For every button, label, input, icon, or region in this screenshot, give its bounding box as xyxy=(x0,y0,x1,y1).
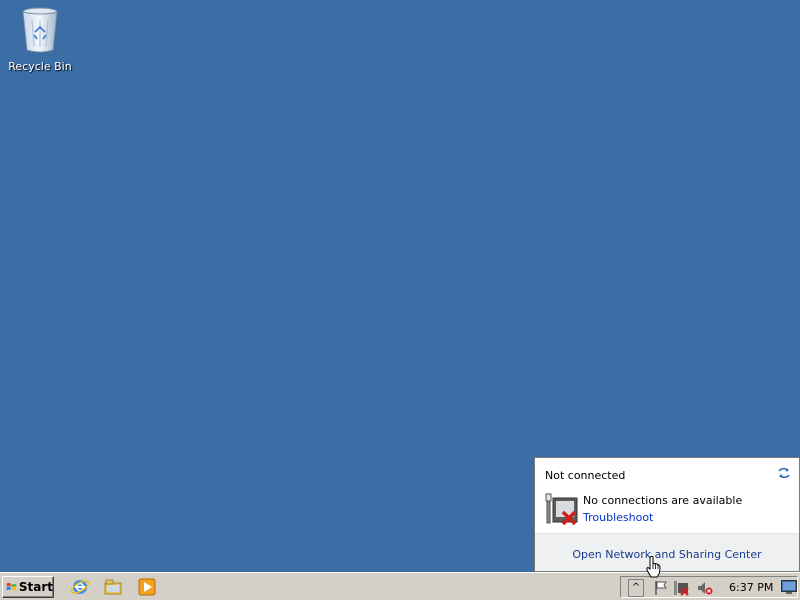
windows-logo-icon xyxy=(6,582,17,591)
internet-explorer-icon[interactable] xyxy=(70,577,90,597)
show-hidden-icons-button[interactable]: ^ xyxy=(628,579,644,597)
desktop-icon-label: Recycle Bin xyxy=(8,60,72,73)
open-network-sharing-center-link[interactable]: Open Network and Sharing Center xyxy=(535,548,799,561)
volume-muted-icon[interactable] xyxy=(697,580,713,596)
network-error-icon xyxy=(545,493,578,526)
refresh-icon[interactable] xyxy=(777,466,791,480)
no-connections-message: No connections are available xyxy=(583,494,743,507)
media-player-icon[interactable] xyxy=(137,577,157,597)
desktop-icon-recycle-bin[interactable]: Recycle Bin xyxy=(6,4,74,76)
hand-cursor-icon xyxy=(646,556,661,578)
network-status-text: Not connected xyxy=(545,469,626,482)
flyout-footer: Open Network and Sharing Center xyxy=(535,533,799,571)
system-clock[interactable]: 6:37 PM xyxy=(729,581,773,594)
start-label: Start xyxy=(18,580,53,594)
network-disconnected-icon[interactable] xyxy=(673,580,689,596)
taskbar: Start ^ 6:37 PM xyxy=(0,572,800,600)
show-desktop-icon[interactable] xyxy=(781,580,797,595)
notification-area: ^ 6:37 PM xyxy=(620,576,798,598)
start-button[interactable]: Start xyxy=(2,576,54,598)
troubleshoot-link[interactable]: Troubleshoot xyxy=(583,511,653,524)
windows-explorer-icon[interactable] xyxy=(103,577,123,597)
action-center-flag-icon[interactable] xyxy=(653,580,669,596)
network-flyout: Not connected No connections are availab… xyxy=(534,457,800,572)
recycle-bin-icon xyxy=(22,7,58,53)
